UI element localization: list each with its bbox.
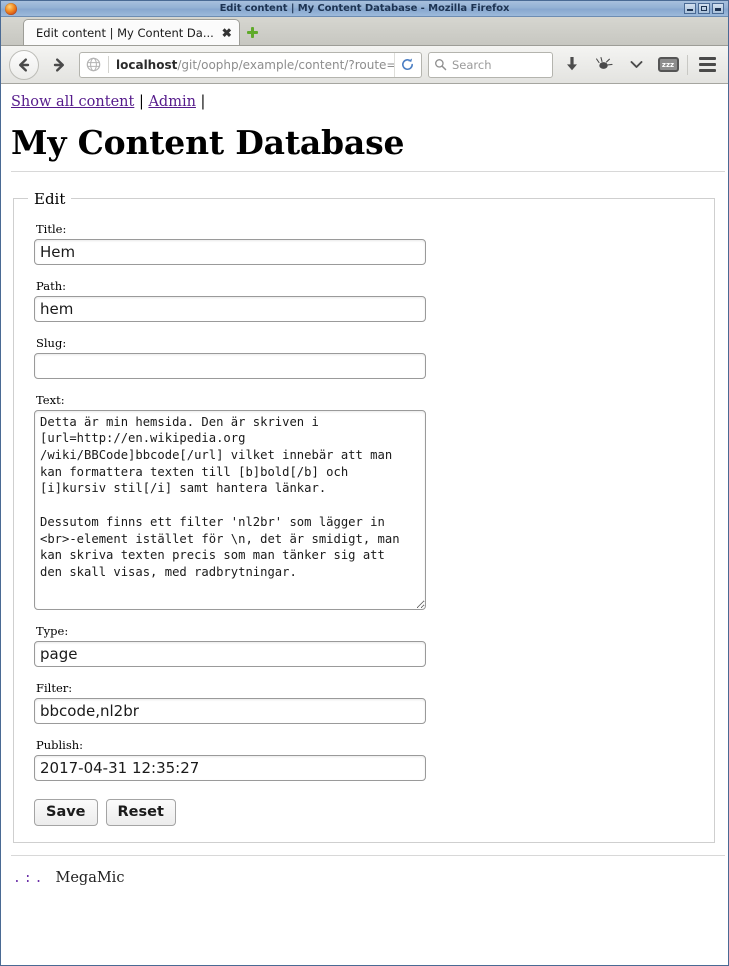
reset-button[interactable]: Reset: [105, 798, 176, 826]
fieldset-legend: Edit: [34, 189, 66, 208]
page-viewport: Show all content | Admin | My Content Da…: [1, 84, 728, 965]
sleep-mode-button[interactable]: zzz: [655, 52, 681, 78]
type-input[interactable]: [34, 640, 426, 667]
title-divider: [11, 170, 725, 172]
navigation-toolbar: localhost/git/oophp/example/content/?rou…: [1, 46, 728, 84]
field-slug: Slug:: [34, 336, 702, 379]
tab-title: Edit content | My Content Da...: [36, 25, 214, 40]
reload-button[interactable]: [394, 52, 419, 77]
field-filter: Filter:: [34, 681, 702, 724]
field-label-type: Type:: [36, 623, 69, 638]
nav-link-show-all-content[interactable]: Show all content: [11, 94, 134, 110]
site-nav: Show all content | Admin |: [11, 92, 720, 112]
browser-tab[interactable]: Edit content | My Content Da... ✖: [23, 19, 240, 45]
downloads-button[interactable]: [559, 52, 585, 78]
plugin-icon: [595, 57, 613, 69]
search-icon: [435, 59, 447, 71]
search-placeholder: Search: [452, 57, 492, 72]
addons-dropdown[interactable]: [623, 52, 649, 78]
page-footer: .:. MegaMic: [13, 870, 720, 886]
chevron-down-icon: [630, 61, 642, 68]
forward-arrow-icon: [53, 57, 64, 72]
maximize-icon[interactable]: [698, 3, 710, 14]
field-label-filter: Filter:: [36, 680, 73, 695]
nav-link-admin[interactable]: Admin: [148, 94, 195, 110]
minimize-icon[interactable]: [684, 3, 696, 14]
field-publish: Publish:: [34, 738, 702, 781]
hamburger-menu-icon: [698, 57, 716, 72]
back-button[interactable]: [9, 49, 39, 80]
url-host: localhost: [116, 57, 178, 72]
form-buttons: Save Reset: [34, 798, 702, 826]
page-content: Show all content | Admin | My Content Da…: [1, 84, 728, 965]
url-divider: [108, 56, 109, 73]
url-path: /git/oophp/example/content/?route=edit&i…: [177, 57, 394, 72]
nav-separator-1: |: [138, 94, 144, 110]
field-type: Type:: [34, 624, 702, 667]
footer-brand: MegaMic: [55, 869, 125, 886]
edit-fieldset: Edit Title: Path: Slug: Text:: [13, 189, 715, 843]
field-text: Text:: [34, 393, 702, 610]
url-bar[interactable]: localhost/git/oophp/example/content/?rou…: [79, 51, 422, 78]
filter-input[interactable]: [34, 697, 426, 724]
field-label-title: Title:: [36, 221, 67, 236]
path-input[interactable]: [34, 295, 426, 322]
tab-strip: Edit content | My Content Da... ✖: [1, 17, 728, 46]
slug-input[interactable]: [34, 352, 426, 379]
toolbar-divider: [687, 54, 688, 75]
field-label-slug: Slug:: [36, 335, 67, 350]
field-label-text: Text:: [36, 392, 65, 407]
publish-input[interactable]: [34, 754, 426, 781]
field-title: Title:: [34, 222, 702, 265]
plus-icon: [247, 26, 259, 38]
forward-button[interactable]: [45, 51, 73, 79]
save-button[interactable]: Save: [34, 798, 98, 826]
firefox-logo-icon: [5, 2, 17, 15]
search-bar[interactable]: Search: [428, 51, 553, 78]
window-title: Edit content | My Content Database - Moz…: [219, 3, 510, 14]
download-arrow-icon: [567, 57, 577, 71]
addons-button[interactable]: [591, 52, 617, 78]
url-text: localhost/git/oophp/example/content/?rou…: [116, 58, 394, 72]
field-label-path: Path:: [36, 278, 66, 293]
menu-button[interactable]: [694, 52, 720, 78]
browser-window: Edit content | My Content Database - Moz…: [0, 0, 729, 966]
window-titlebar: Edit content | My Content Database - Moz…: [1, 1, 728, 17]
globe-icon: [86, 57, 101, 72]
tab-close-icon[interactable]: ✖: [222, 27, 232, 39]
field-label-publish: Publish:: [36, 737, 84, 752]
window-controls: [684, 3, 726, 14]
title-input[interactable]: [34, 238, 426, 265]
new-tab-button[interactable]: [240, 19, 266, 45]
zzz-badge-icon: zzz: [657, 57, 679, 72]
back-arrow-icon: [19, 57, 30, 72]
nav-separator-2: |: [200, 94, 206, 110]
reload-icon: [401, 58, 413, 70]
field-path: Path:: [34, 279, 702, 322]
close-icon[interactable]: [712, 3, 724, 14]
footer-divider: [11, 854, 725, 856]
text-textarea[interactable]: [34, 409, 426, 610]
page-title: My Content Database: [11, 123, 405, 162]
footer-dots: .:.: [13, 870, 46, 886]
